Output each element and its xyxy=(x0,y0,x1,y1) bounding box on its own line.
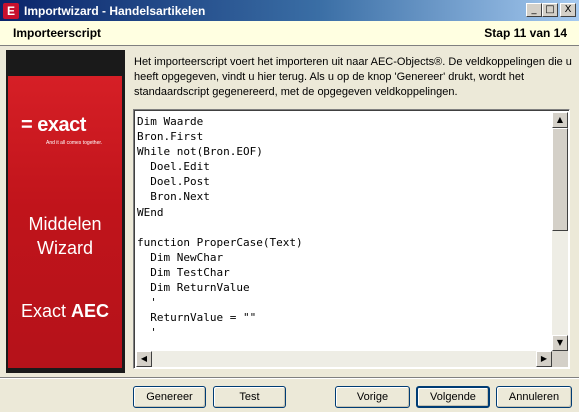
horizontal-scrollbar[interactable]: ◀ ▶ xyxy=(136,351,552,367)
step-header: Importeerscript Stap 11 van 14 xyxy=(0,21,579,46)
logo-tagline: And it all comes together. xyxy=(46,140,103,146)
generate-button[interactable]: Genereer xyxy=(133,386,206,408)
scroll-up-button[interactable]: ▲ xyxy=(552,112,568,128)
close-button[interactable]: X xyxy=(560,3,576,17)
title-bar[interactable]: E Importwizard - Handelsartikelen _ □ X xyxy=(0,0,579,21)
step-indicator: Stap 11 van 14 xyxy=(484,26,567,40)
script-line: Bron.First xyxy=(137,130,204,144)
script-editor[interactable]: Dim Waarde Bron.First While not(Bron.EOF) … xyxy=(133,109,570,369)
button-separator xyxy=(0,377,579,379)
script-line: Dim ReturnValue xyxy=(137,281,250,295)
script-line: ' xyxy=(137,326,157,340)
test-button[interactable]: Test xyxy=(213,386,286,408)
script-line xyxy=(137,220,550,235)
vertical-scroll-thumb[interactable] xyxy=(552,128,568,231)
description-text: Het importeerscript voert het importeren… xyxy=(134,56,572,98)
vertical-scrollbar[interactable]: ▲ ▼ xyxy=(552,112,568,351)
script-line: WEnd xyxy=(137,205,164,219)
script-line: Doel.Post xyxy=(137,175,210,189)
script-line: ReturnValue = "" xyxy=(137,311,257,325)
scroll-right-button[interactable]: ▶ xyxy=(536,351,552,367)
next-button[interactable]: Volgende xyxy=(416,386,490,408)
scrollbar-corner xyxy=(552,351,568,367)
script-line: Doel.Edit xyxy=(137,160,210,174)
script-code[interactable]: Dim Waarde Bron.First While not(Bron.EOF) … xyxy=(137,114,550,350)
page-title: Importeerscript xyxy=(13,26,102,40)
scroll-left-button[interactable]: ◀ xyxy=(136,351,152,367)
product-brand-suffix: AEC xyxy=(71,301,110,321)
minimize-button[interactable]: _ xyxy=(526,3,542,17)
product-brand-prefix: Exact xyxy=(20,301,71,321)
script-line: Dim NewChar xyxy=(137,250,224,264)
scroll-down-button[interactable]: ▼ xyxy=(552,335,568,351)
maximize-button[interactable]: □ xyxy=(542,3,558,17)
window-title: Importwizard - Handelsartikelen xyxy=(24,3,206,18)
product-brand: Exact AEC xyxy=(8,301,122,322)
product-name-line2: Wizard xyxy=(36,238,93,258)
caption-buttons: _ □ X xyxy=(526,3,576,17)
exact-logo: = exact xyxy=(21,114,86,136)
script-line: While not(Bron.EOF) xyxy=(137,145,263,159)
script-line: function ProperCase(Text) xyxy=(137,235,303,249)
script-line: Bron.Next xyxy=(137,190,210,204)
script-line: ' xyxy=(137,296,157,310)
exact-app-icon[interactable]: E xyxy=(3,2,19,19)
product-name-line1: Middelen xyxy=(28,214,102,234)
script-line: Dim Waarde xyxy=(137,115,204,128)
cancel-button[interactable]: Annuleren xyxy=(496,386,572,408)
script-line: Dim TestChar xyxy=(137,265,230,279)
wizard-banner: = exact And it all comes together. Midde… xyxy=(6,50,125,373)
banner-panel: = exact And it all comes together. Midde… xyxy=(8,76,122,368)
wizard-window: E Importwizard - Handelsartikelen _ □ X … xyxy=(0,0,579,412)
previous-button[interactable]: Vorige xyxy=(335,386,410,408)
